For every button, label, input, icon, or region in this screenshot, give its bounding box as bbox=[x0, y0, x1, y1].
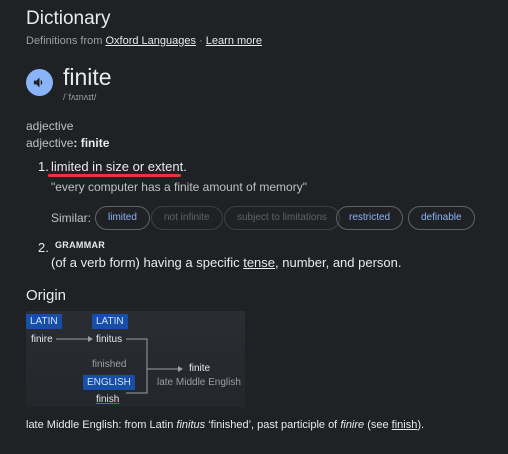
oxford-languages-link[interactable]: Oxford Languages bbox=[105, 35, 196, 47]
tense-link[interactable]: tense bbox=[243, 255, 275, 270]
definition-1: limited in size or extent. bbox=[51, 159, 187, 174]
headword: finite bbox=[63, 64, 112, 90]
similar-chip-definable[interactable]: definable bbox=[408, 206, 475, 230]
sense-number: 1. bbox=[38, 159, 49, 174]
panel-title: Dictionary bbox=[26, 8, 111, 29]
phonetic: /ˈfʌɪnʌɪt/ bbox=[63, 92, 97, 102]
pos-colon: : bbox=[73, 136, 78, 150]
etymology-diagram: LATIN finire LATIN finitus finished ENGL… bbox=[26, 311, 245, 407]
similar-label: Similar: bbox=[51, 211, 92, 225]
pos-word: finite bbox=[80, 136, 110, 150]
origin-term-finire: finire bbox=[340, 419, 365, 431]
part-of-speech: adjective bbox=[26, 119, 74, 133]
etym-period: late Middle English bbox=[157, 377, 241, 388]
highlight-underline bbox=[48, 174, 181, 177]
source-line: Definitions from Oxford Languages · Lear… bbox=[26, 35, 262, 47]
etym-word-finitus: finitus bbox=[96, 334, 123, 345]
similar-chip-limited[interactable]: limited bbox=[95, 206, 150, 230]
speaker-icon bbox=[33, 77, 43, 88]
source-prefix: Definitions from bbox=[26, 35, 103, 47]
example-1: "every computer has a finite amount of m… bbox=[51, 180, 307, 194]
lang-tag-latin-1: LATIN bbox=[26, 314, 62, 329]
similar-chip-restricted[interactable]: restricted bbox=[336, 206, 404, 230]
origin-heading: Origin bbox=[26, 287, 67, 304]
grammar-label: GRAMMAR bbox=[55, 240, 106, 250]
separator: · bbox=[199, 35, 203, 47]
origin-text-3: (see bbox=[364, 419, 392, 431]
learn-more-link[interactable]: Learn more bbox=[206, 35, 262, 47]
origin-text-1: late Middle English: from Latin bbox=[26, 419, 177, 431]
etym-word-finish: finish bbox=[96, 394, 120, 405]
sense-number-2: 2. bbox=[38, 240, 49, 255]
lang-tag-english: ENGLISH bbox=[83, 375, 135, 390]
origin-text: late Middle English: from Latin finitus … bbox=[26, 419, 424, 431]
origin-term-finitus: finitus bbox=[176, 419, 206, 431]
etym-word-finire: finire bbox=[31, 334, 53, 345]
etym-result-finite: finite bbox=[189, 363, 211, 374]
lang-tag-latin-2: LATIN bbox=[92, 314, 128, 329]
finish-link[interactable]: finish bbox=[392, 419, 418, 431]
pos-prefix: adjective bbox=[26, 136, 74, 150]
definition-2-end: , number, and person. bbox=[275, 255, 402, 270]
etym-gloss-finished: finished bbox=[92, 359, 127, 370]
definition-2-start: (of a verb form) having a specific bbox=[51, 255, 244, 270]
origin-text-4: ). bbox=[417, 419, 425, 431]
similar-chip-not-infinite[interactable]: not infinite bbox=[151, 206, 223, 230]
similar-chip-subject-to-limitations[interactable]: subject to limitations bbox=[224, 206, 341, 230]
origin-text-2: ‘finished’, past participle of bbox=[205, 419, 341, 431]
word-form-line: adjective: finite bbox=[26, 136, 109, 150]
pronunciation-button[interactable] bbox=[26, 69, 53, 96]
definition-2: (of a verb form) having a specific tense… bbox=[51, 255, 402, 270]
